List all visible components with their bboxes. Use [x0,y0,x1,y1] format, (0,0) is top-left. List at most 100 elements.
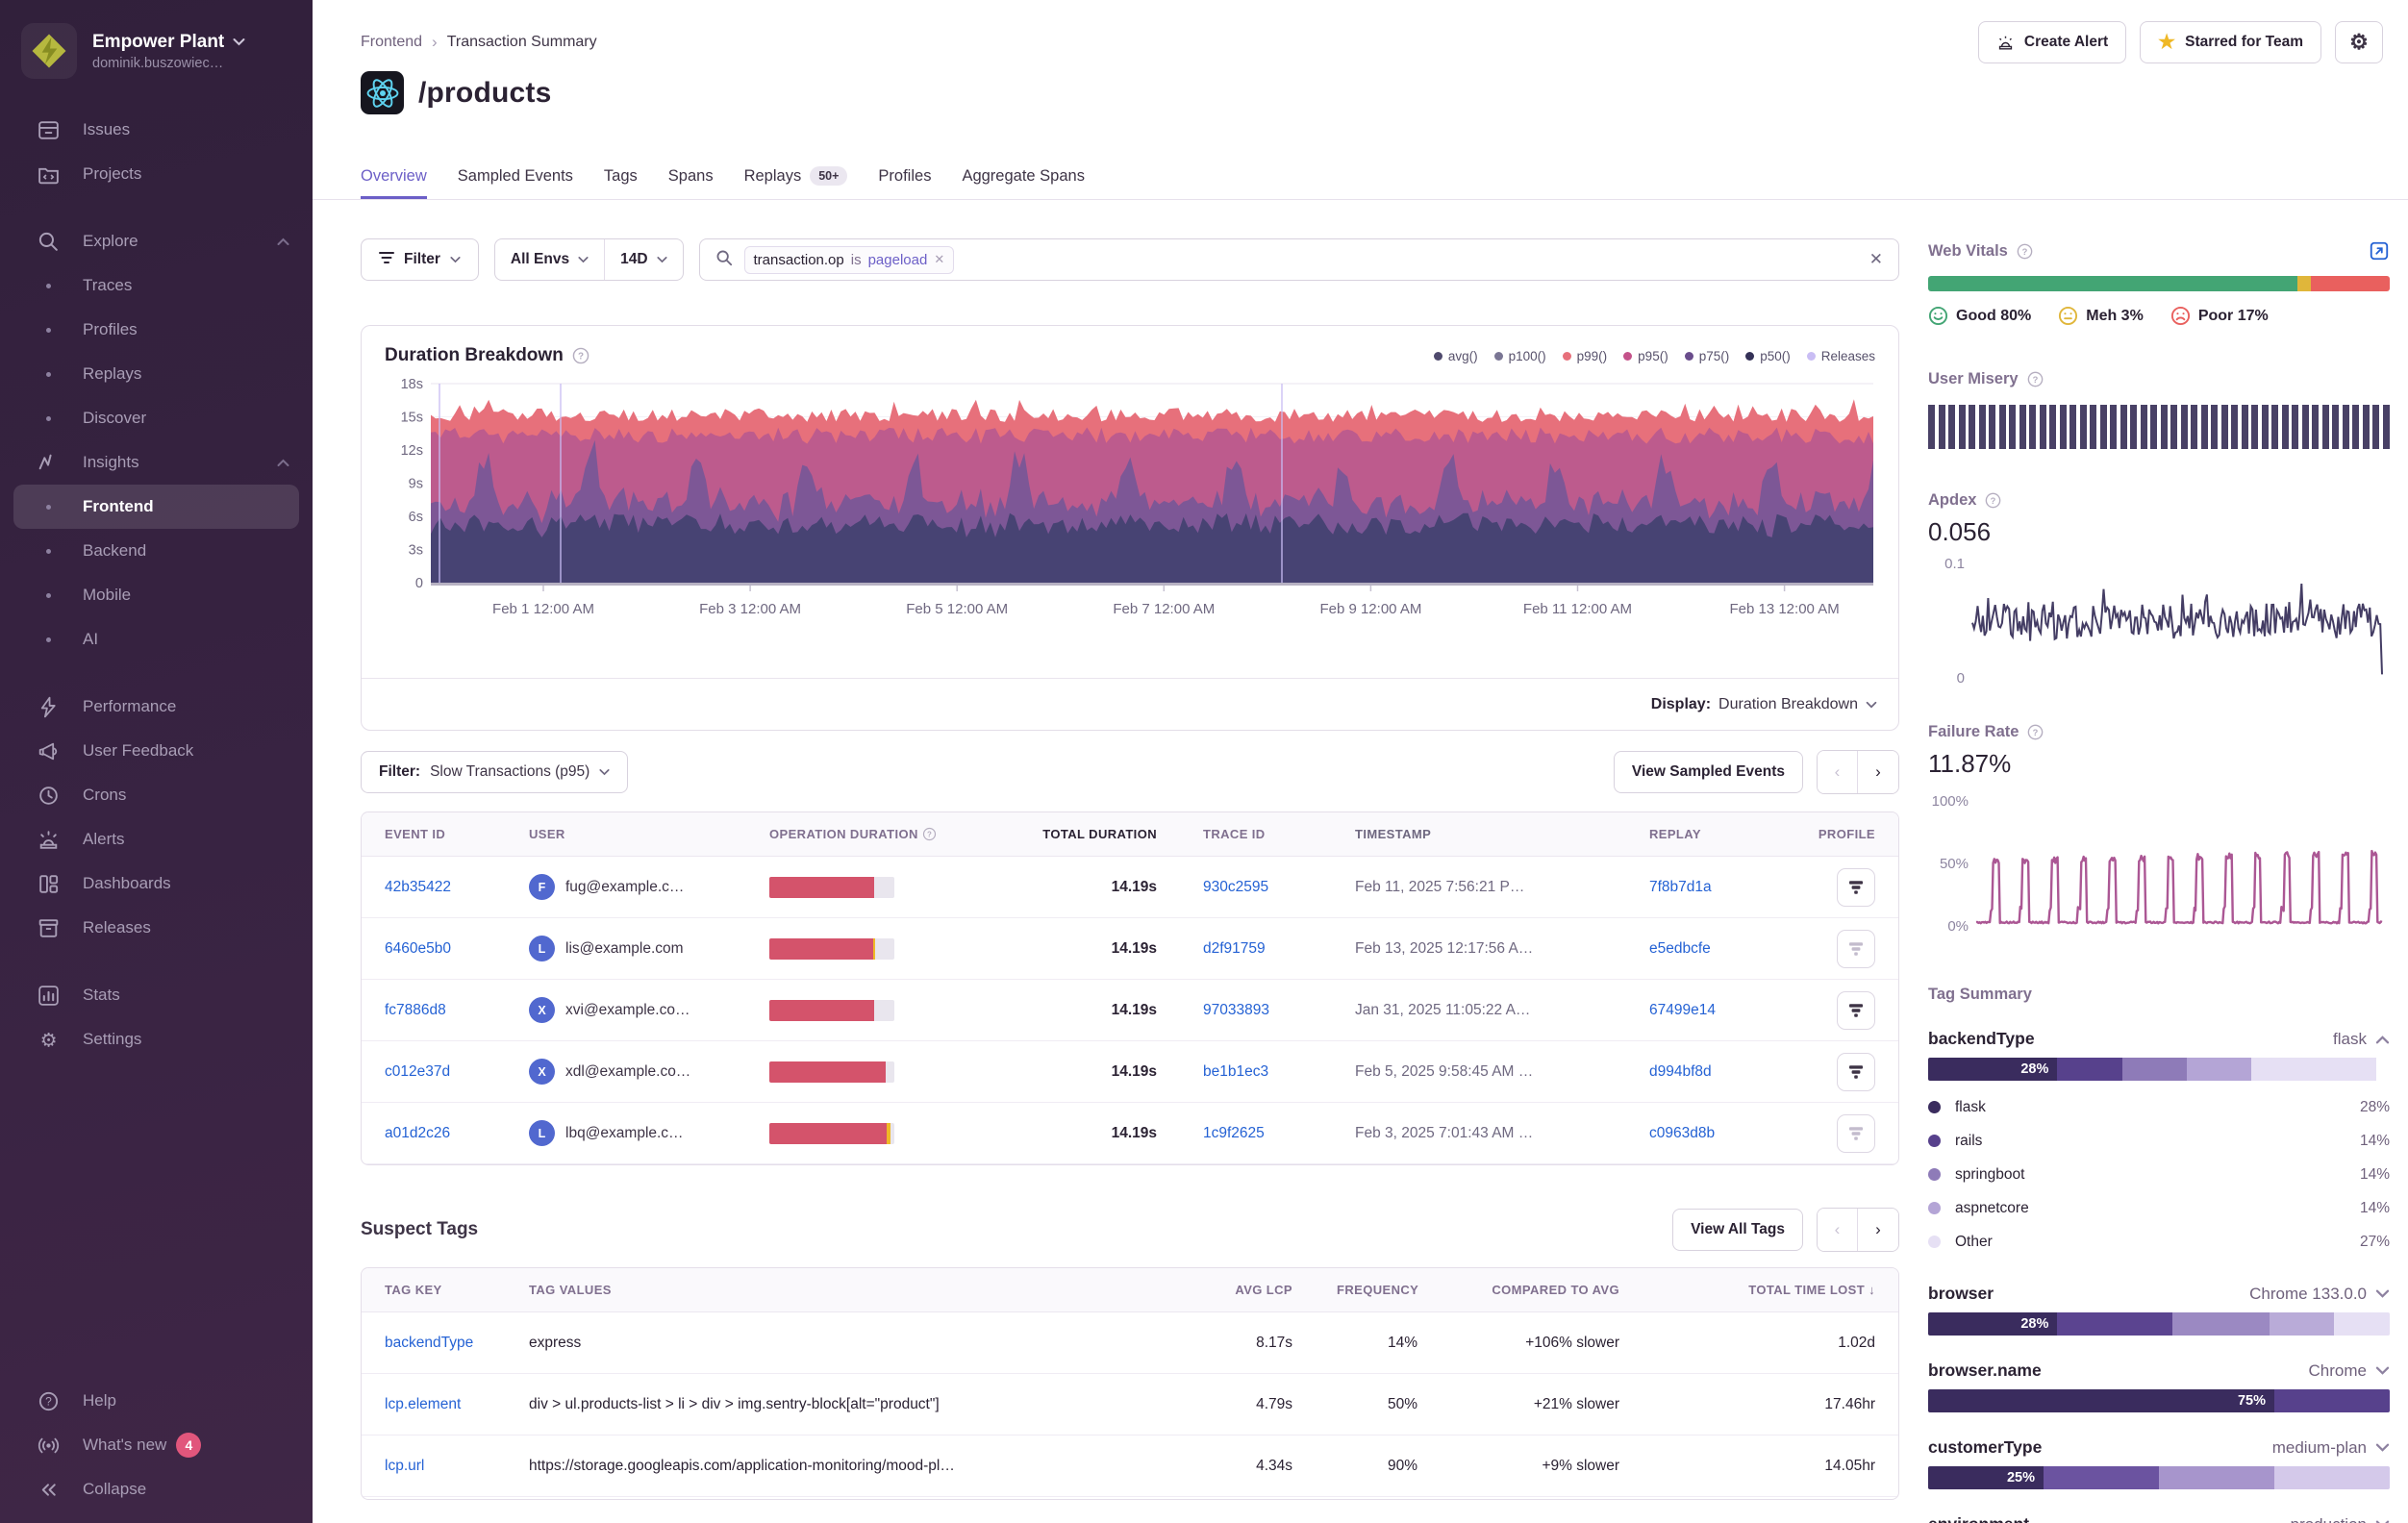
legend-item-p100[interactable]: p100() [1494,349,1546,363]
display-dropdown[interactable]: Display: Duration Breakdown [362,678,1898,730]
column-header-avg-lcp[interactable]: Avg LCP [1212,1283,1337,1297]
env-dropdown[interactable]: All Envs [495,239,604,280]
tag-bar-segment[interactable]: 28% [1928,1058,2057,1081]
event-id-link[interactable]: 42b35422 [385,879,529,896]
sidebar-item-crons[interactable]: Crons [13,773,299,817]
settings-button[interactable]: ⚙ [2335,21,2383,63]
trace-id-link[interactable]: d2f91759 [1203,940,1266,957]
tag-bar-segment[interactable] [2187,1058,2251,1081]
sidebar-item-replays[interactable]: Replays [13,352,299,396]
prev-page-button[interactable]: ‹ [1818,1209,1858,1251]
search-input[interactable]: transaction.op is pageload ✕ ✕ [699,238,1899,281]
sidebar-item-issues[interactable]: Issues [13,108,299,152]
legend-item-p50[interactable]: p50() [1745,349,1791,363]
sidebar-item-dashboards[interactable]: Dashboards [13,861,299,906]
tag-bar-segment[interactable] [2159,1466,2274,1489]
next-page-button[interactable]: › [1858,1209,1898,1251]
period-dropdown[interactable]: 14D [604,239,682,280]
trace-id-link[interactable]: be1b1ec3 [1203,1063,1268,1080]
tag-bar-segment[interactable] [2334,1312,2390,1336]
legend-item-p99[interactable]: p99() [1563,349,1608,363]
event-id-link[interactable]: 6460e5b0 [385,940,529,958]
replay-id-link[interactable]: 67499e14 [1649,1002,1716,1018]
help-circle-icon[interactable]: ? [2027,371,2044,387]
sidebar-item-profiles[interactable]: Profiles [13,308,299,352]
profile-button[interactable] [1837,868,1875,907]
sidebar-item-traces[interactable]: Traces [13,263,299,308]
tag-bar-segment[interactable] [2122,1058,2187,1081]
column-header-total-time-lost[interactable]: Total Time Lost ↓ [1668,1283,1875,1297]
sidebar-item-help[interactable]: ?Help [13,1379,299,1423]
column-header-operation-duration[interactable]: Operation Duration ? [769,827,1024,841]
sidebar-item-stats[interactable]: Stats [13,973,299,1017]
next-page-button[interactable]: › [1858,751,1898,793]
sidebar-item-explore[interactable]: Explore [13,219,299,263]
tag-bar-segment[interactable] [2274,1466,2390,1489]
tag-bar-segment[interactable]: 75% [1928,1389,2274,1412]
column-header-compared-to-avg[interactable]: Compared To Avg [1462,1283,1668,1297]
tag-bar-segment[interactable] [2274,1389,2390,1412]
tag-key-link[interactable]: backendType [385,1335,529,1352]
tag-bar-segment[interactable] [2172,1312,2270,1336]
column-header-replay[interactable]: Replay [1582,827,1750,841]
breadcrumb-frontend[interactable]: Frontend [361,34,422,51]
tag-group-selector[interactable]: Chrome 133.0.0 [2249,1285,2390,1304]
tag-legend-row[interactable]: aspnetcore14% [1928,1191,2390,1225]
tab-aggregate-spans[interactable]: Aggregate Spans [962,158,1085,199]
legend-item-p75[interactable]: p75() [1685,349,1730,363]
sidebar-item-ai[interactable]: AI [13,617,299,662]
column-header-total-duration[interactable]: Total Duration [1024,827,1168,841]
tag-legend-row[interactable]: rails14% [1928,1124,2390,1158]
column-header-profile[interactable]: Profile [1750,827,1875,841]
profile-button[interactable] [1837,1114,1875,1153]
column-header-tag-values[interactable]: Tag Values [529,1283,1212,1297]
tag-legend-row[interactable]: Other27% [1928,1225,2390,1259]
sidebar-item-projects[interactable]: Projects [13,152,299,196]
starred-for-team-button[interactable]: ★ Starred for Team [2140,21,2321,63]
tag-key-link[interactable]: lcp.url [385,1458,529,1475]
trace-id-link[interactable]: 97033893 [1203,1002,1269,1018]
tag-bar-segment[interactable] [2270,1312,2334,1336]
tag-legend-row[interactable]: springboot14% [1928,1158,2390,1191]
tab-spans[interactable]: Spans [668,158,714,199]
tag-group-selector[interactable]: medium-plan [2272,1438,2390,1458]
prev-page-button[interactable]: ‹ [1818,751,1858,793]
tag-group-selector[interactable]: production [2291,1515,2390,1523]
trace-id-link[interactable]: 930c2595 [1203,879,1268,895]
tag-bar-segment[interactable] [2057,1058,2121,1081]
sidebar-item-alerts[interactable]: Alerts [13,817,299,861]
sidebar-item-mobile[interactable]: Mobile [13,573,299,617]
column-header-timestamp[interactable]: Timestamp [1322,827,1582,841]
sidebar-item-what-s-new[interactable]: What's new4 [13,1423,299,1467]
column-header-trace-id[interactable]: Trace ID [1168,827,1322,841]
sidebar-item-collapse[interactable]: Collapse [13,1467,299,1511]
search-token[interactable]: transaction.op is pageload ✕ [744,246,955,274]
legend-item-avg[interactable]: avg() [1434,349,1478,363]
view-sampled-events-button[interactable]: View Sampled Events [1614,751,1803,793]
tag-key-link[interactable]: lcp.element [385,1396,529,1413]
column-header-frequency[interactable]: Frequency [1337,1283,1462,1297]
tag-legend-row[interactable]: flask28% [1928,1090,2390,1124]
sidebar-item-user-feedback[interactable]: User Feedback [13,729,299,773]
column-header-user[interactable]: User [529,827,769,841]
tag-bar-segment[interactable] [2251,1058,2376,1081]
replay-id-link[interactable]: e5edbcfe [1649,940,1711,957]
help-circle-icon[interactable]: ? [2017,243,2033,260]
transactions-filter-dropdown[interactable]: Filter: Slow Transactions (p95) [361,751,628,793]
org-switcher[interactable]: Empower Plant dominik.buszowiec… [0,0,313,96]
profile-button[interactable] [1837,991,1875,1030]
create-alert-button[interactable]: Create Alert [1978,21,2126,63]
replay-id-link[interactable]: 7f8b7d1a [1649,879,1712,895]
column-header-tag-key[interactable]: Tag Key [385,1283,529,1297]
token-remove-icon[interactable]: ✕ [934,252,944,267]
help-circle-icon[interactable]: ? [1985,492,2001,509]
tag-bar-segment[interactable]: 28% [1928,1312,2057,1336]
help-circle-icon[interactable]: ? [2027,724,2044,740]
legend-item-Releases[interactable]: Releases [1807,349,1875,363]
help-circle-icon[interactable]: ? [572,347,589,364]
tab-tags[interactable]: Tags [604,158,638,199]
trace-id-link[interactable]: 1c9f2625 [1203,1125,1265,1141]
open-in-new-icon[interactable] [2369,240,2390,262]
tag-bar-segment[interactable] [2057,1312,2172,1336]
sidebar-item-insights[interactable]: Insights [13,440,299,485]
